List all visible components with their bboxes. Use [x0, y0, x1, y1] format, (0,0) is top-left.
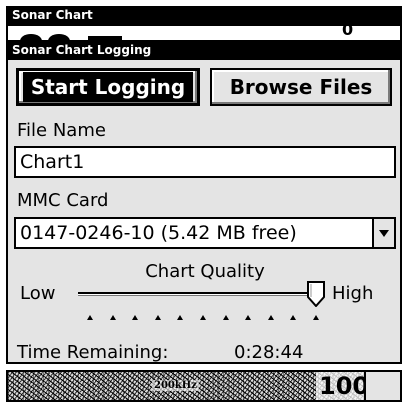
chevron-down-icon	[379, 229, 389, 237]
slider-tick	[177, 315, 184, 320]
slider-tick	[245, 315, 252, 320]
slider-low-label: Low	[20, 283, 56, 304]
dialog-title: Sonar Chart Logging	[12, 43, 152, 57]
slider-tick	[267, 315, 274, 320]
chart-quality-slider-thumb[interactable]	[307, 281, 325, 307]
start-logging-button[interactable]: Start Logging	[16, 68, 200, 106]
background-depth-fragment: 0	[342, 26, 354, 39]
file-name-value: Chart1	[20, 151, 85, 173]
time-remaining-value: 0:28:44	[234, 342, 304, 363]
file-name-label: File Name	[17, 120, 106, 141]
mmc-card-selected-value: 0147-0246-10 (5.42 MB free)	[20, 222, 297, 244]
file-name-field[interactable]: Chart1	[14, 146, 396, 178]
status-strip-side-panel	[364, 372, 400, 400]
mmc-card-label: MMC Card	[17, 190, 109, 211]
slider-high-label: High	[332, 283, 374, 304]
time-remaining-label: Time Remaining:	[17, 342, 169, 363]
dropdown-arrow-button[interactable]	[372, 219, 394, 247]
start-logging-label: Start Logging	[22, 72, 194, 102]
browse-files-button[interactable]: Browse Files	[210, 68, 392, 106]
sonar-status-strip: 200kHz 100	[6, 370, 402, 402]
slider-tick	[290, 315, 297, 320]
slider-tick	[132, 315, 139, 320]
slider-tick	[87, 315, 93, 320]
chart-quality-slider-track[interactable]	[78, 292, 316, 296]
slider-tick	[222, 315, 229, 320]
slider-tick	[154, 315, 161, 320]
mmc-card-select[interactable]: 0147-0246-10 (5.42 MB free)	[14, 217, 396, 249]
browse-files-label: Browse Files	[229, 75, 373, 99]
slider-tick	[200, 315, 206, 320]
chart-quality-label: Chart Quality	[145, 261, 265, 282]
slider-tick	[109, 315, 116, 320]
background-window-title: Sonar Chart	[12, 8, 93, 22]
slider-tick	[313, 315, 319, 320]
frequency-readout: 200kHz	[152, 380, 199, 391]
